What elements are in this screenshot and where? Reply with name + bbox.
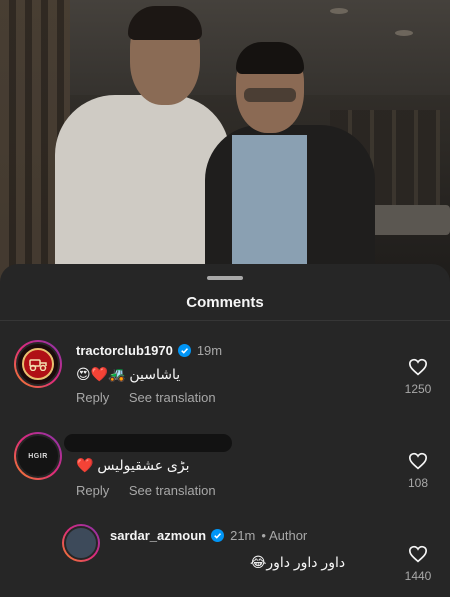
glasses xyxy=(244,88,296,102)
verified-badge-icon xyxy=(211,529,225,542)
like-button[interactable]: 1440 xyxy=(398,545,438,583)
username-text[interactable]: tractorclub1970 xyxy=(76,343,173,358)
person-left-body xyxy=(55,95,230,290)
tractor-club-logo-icon xyxy=(22,348,54,380)
ceiling-light xyxy=(330,8,348,14)
comment-time: 19m xyxy=(196,343,223,358)
heart-icon[interactable] xyxy=(408,358,428,376)
verified-badge-icon xyxy=(177,344,191,357)
avatar[interactable] xyxy=(62,524,100,562)
see-translation-button[interactable]: See translation xyxy=(129,390,216,405)
comments-sheet: Comments tractorclub1970 19m یاشاسین 🚜❤️😍 xyxy=(0,264,450,597)
comment-text: داور داور داور😂 xyxy=(250,554,346,570)
heart-icon[interactable] xyxy=(408,545,428,563)
heart-icon[interactable] xyxy=(408,452,428,470)
person-right-hair xyxy=(236,42,304,74)
like-button[interactable]: 1250 xyxy=(398,358,438,396)
username-text[interactable]: sardar_azmoun xyxy=(110,528,206,543)
comment-username[interactable]: tractorclub1970 19m xyxy=(76,343,222,358)
like-count: 108 xyxy=(407,476,429,490)
drag-handle[interactable] xyxy=(207,276,243,280)
comment-text: یاشاسین 🚜❤️😍 xyxy=(76,366,181,382)
comment-username[interactable]: sardar_azmoun 21m • Author xyxy=(110,528,307,543)
ceiling-light xyxy=(395,30,413,36)
redacted-username xyxy=(64,434,232,452)
comment-time: 21m xyxy=(230,528,256,543)
avatar-logo-text: HGIR xyxy=(16,434,60,478)
sheet-title: Comments xyxy=(186,294,264,311)
reply-button[interactable]: Reply xyxy=(76,390,109,405)
separator-dot: • xyxy=(261,528,266,543)
reply-button[interactable]: Reply xyxy=(76,483,109,498)
person-left-hair xyxy=(128,6,202,40)
post-photo xyxy=(0,0,450,290)
author-tag: Author xyxy=(268,528,308,543)
comment-actions: Reply See translation xyxy=(76,390,232,405)
like-count: 1440 xyxy=(404,569,432,583)
avatar[interactable] xyxy=(14,340,62,388)
like-count: 1250 xyxy=(404,382,432,396)
like-button[interactable]: 108 xyxy=(398,452,438,490)
see-translation-button[interactable]: See translation xyxy=(129,483,216,498)
divider xyxy=(0,320,450,321)
comment-text: بڑی عشقیولیس ❤️ xyxy=(76,457,190,473)
avatar[interactable]: HGIR xyxy=(14,432,62,480)
comment-actions: Reply See translation xyxy=(76,483,232,498)
